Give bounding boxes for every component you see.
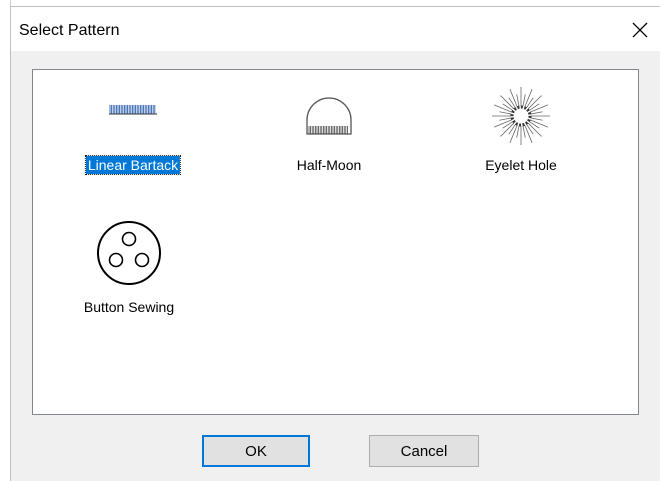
- pattern-item-eyelet-hole[interactable]: Eyelet Hole: [456, 87, 586, 200]
- pattern-item-half-moon[interactable]: Half-Moon: [264, 90, 394, 200]
- pattern-list: Linear Bartack Half-Moon Eyelet Hole But…: [32, 69, 639, 415]
- close-button[interactable]: [620, 13, 660, 47]
- ok-button[interactable]: OK: [202, 435, 310, 467]
- pattern-item-linear-bartack[interactable]: Linear Bartack: [68, 90, 198, 200]
- button-sewing-icon: [97, 221, 161, 285]
- eyelet-hole-icon: [492, 87, 550, 145]
- select-pattern-dialog: Select Pattern Linear Bartack Half-Moon: [10, 6, 660, 481]
- pattern-label-linear-bartack: Linear Bartack: [84, 155, 182, 175]
- cancel-button[interactable]: Cancel: [369, 435, 479, 467]
- pattern-label-button-sewing: Button Sewing: [83, 299, 175, 315]
- pattern-label-half-moon: Half-Moon: [296, 157, 362, 173]
- pattern-item-button-sewing[interactable]: Button Sewing: [64, 218, 194, 328]
- linear-bartack-icon: [109, 105, 157, 115]
- pattern-label-eyelet-hole: Eyelet Hole: [485, 157, 557, 173]
- dialog-title: Select Pattern: [19, 22, 120, 39]
- half-moon-icon: [306, 97, 352, 135]
- title-bar: Select Pattern: [11, 7, 660, 51]
- close-icon: [632, 22, 648, 38]
